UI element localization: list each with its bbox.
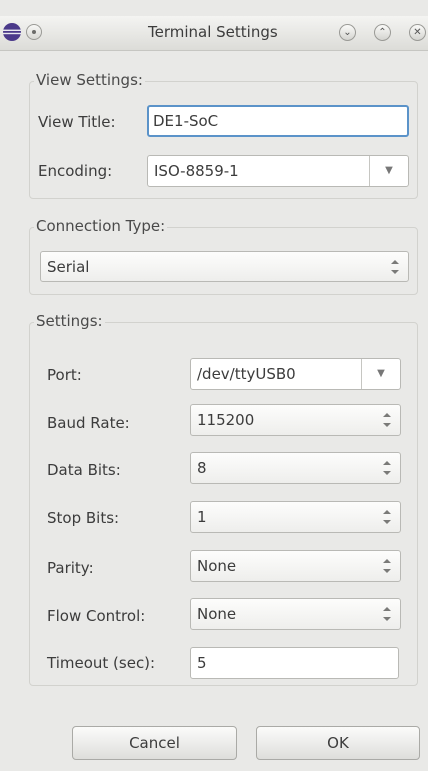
flow-control-label: Flow Control:: [47, 607, 146, 625]
window-titlebar[interactable]: Terminal Settings ⌄ ⌃ ✕: [0, 16, 428, 51]
timeout-label: Timeout (sec):: [47, 654, 156, 672]
view-settings-title: View Settings:: [34, 71, 145, 89]
data-bits-select[interactable]: 8: [190, 452, 401, 484]
port-combo[interactable]: /dev/ttyUSB0 ▼: [190, 358, 401, 390]
baud-rate-select[interactable]: 115200: [190, 404, 401, 436]
updown-arrows-icon: [383, 510, 391, 524]
stop-bits-select[interactable]: 1: [190, 501, 401, 533]
chevron-down-icon[interactable]: ▼: [361, 359, 400, 389]
parity-value: None: [197, 557, 237, 575]
cancel-button[interactable]: Cancel: [72, 726, 237, 760]
maximize-icon[interactable]: ⌃: [374, 24, 391, 41]
encoding-combo[interactable]: ISO-8859-1 ▼: [147, 155, 409, 187]
stop-bits-value: 1: [197, 508, 207, 526]
eclipse-icon[interactable]: [2, 22, 22, 42]
updown-arrows-icon: [383, 559, 391, 573]
updown-arrows-icon: [383, 413, 391, 427]
data-bits-value: 8: [197, 459, 207, 477]
ok-button[interactable]: OK: [256, 726, 420, 760]
view-title-label: View Title:: [38, 113, 116, 131]
encoding-label: Encoding:: [38, 162, 113, 180]
port-label: Port:: [47, 366, 82, 384]
window-title: Terminal Settings: [148, 23, 278, 41]
window-menu-icon[interactable]: [26, 24, 42, 40]
timeout-input[interactable]: 5: [190, 647, 399, 679]
close-icon[interactable]: ✕: [409, 24, 426, 41]
minimize-icon[interactable]: ⌄: [339, 24, 356, 41]
encoding-value: ISO-8859-1: [154, 162, 239, 180]
parity-label: Parity:: [47, 559, 94, 577]
baud-rate-value: 115200: [197, 411, 255, 429]
stop-bits-label: Stop Bits:: [47, 509, 120, 527]
flow-control-value: None: [197, 605, 237, 623]
updown-arrows-icon: [383, 607, 391, 621]
parity-select[interactable]: None: [190, 550, 401, 582]
updown-arrows-icon: [383, 461, 391, 475]
flow-control-select[interactable]: None: [190, 598, 401, 630]
settings-title: Settings:: [34, 312, 105, 330]
port-value: /dev/ttyUSB0: [197, 365, 296, 383]
chevron-down-icon[interactable]: ▼: [369, 156, 408, 186]
data-bits-label: Data Bits:: [47, 461, 121, 479]
connection-type-title: Connection Type:: [34, 217, 168, 235]
view-title-input[interactable]: DE1-SoC: [147, 105, 409, 137]
updown-arrows-icon: [391, 259, 399, 274]
connection-type-select[interactable]: Serial: [40, 251, 409, 282]
baud-rate-label: Baud Rate:: [47, 414, 130, 432]
connection-type-value: Serial: [47, 258, 90, 276]
